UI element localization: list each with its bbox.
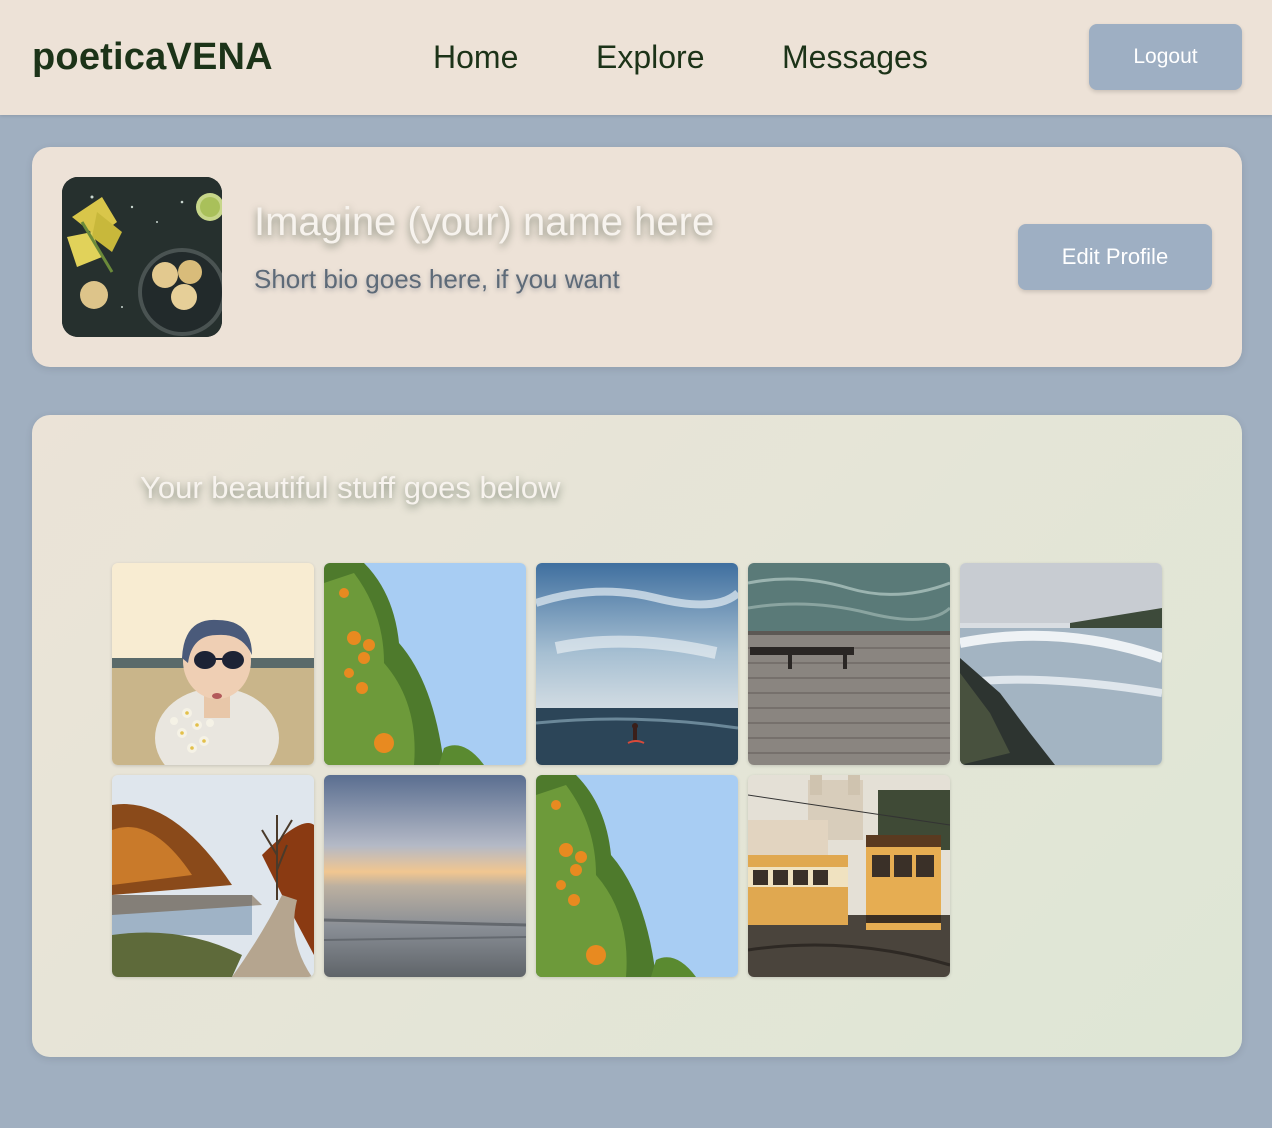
- food-still-life-photo-icon: [62, 177, 222, 337]
- gallery-photo-3[interactable]: [536, 563, 738, 765]
- woman-with-sunglasses-photo-icon: [112, 563, 314, 765]
- profile-bio: Short bio goes here, if you want: [254, 264, 620, 294]
- gallery-photo-9[interactable]: [748, 775, 950, 977]
- yellow-trams-photo-icon: [748, 775, 950, 977]
- orange-tree-photo-icon: [536, 775, 738, 977]
- gallery-photo-4[interactable]: [748, 563, 950, 765]
- edit-profile-button[interactable]: Edit Profile: [1018, 224, 1212, 290]
- profile-name: Imagine (your) name here: [254, 200, 715, 244]
- gallery-card: Your beautiful stuff goes below: [32, 415, 1242, 1057]
- blurred-sunset-sea-photo-icon: [324, 775, 526, 977]
- nav-messages-link[interactable]: Messages: [782, 39, 928, 76]
- top-navigation-bar: poeticaVENA Home Explore Messages Logout: [0, 0, 1272, 115]
- logout-button[interactable]: Logout: [1089, 24, 1242, 90]
- profile-avatar[interactable]: [62, 177, 222, 337]
- photo-grid: [112, 563, 1162, 977]
- profile-card: Imagine (your) name here Short bio goes …: [32, 147, 1242, 367]
- nav-explore-link[interactable]: Explore: [596, 39, 705, 76]
- nav-home-link[interactable]: Home: [433, 39, 518, 76]
- waterfall-photo-icon: [960, 563, 1162, 765]
- gallery-title: Your beautiful stuff goes below: [140, 470, 561, 505]
- bench-on-pier-photo-icon: [748, 563, 950, 765]
- gallery-photo-5[interactable]: [960, 563, 1162, 765]
- gallery-photo-8[interactable]: [536, 775, 738, 977]
- brand-logo[interactable]: poeticaVENA: [32, 36, 273, 79]
- orange-tree-photo-icon: [324, 563, 526, 765]
- gallery-photo-7[interactable]: [324, 775, 526, 977]
- gallery-photo-6[interactable]: [112, 775, 314, 977]
- gallery-photo-2[interactable]: [324, 563, 526, 765]
- surfer-in-ocean-photo-icon: [536, 563, 738, 765]
- gallery-photo-1[interactable]: [112, 563, 314, 765]
- autumn-river-road-photo-icon: [112, 775, 314, 977]
